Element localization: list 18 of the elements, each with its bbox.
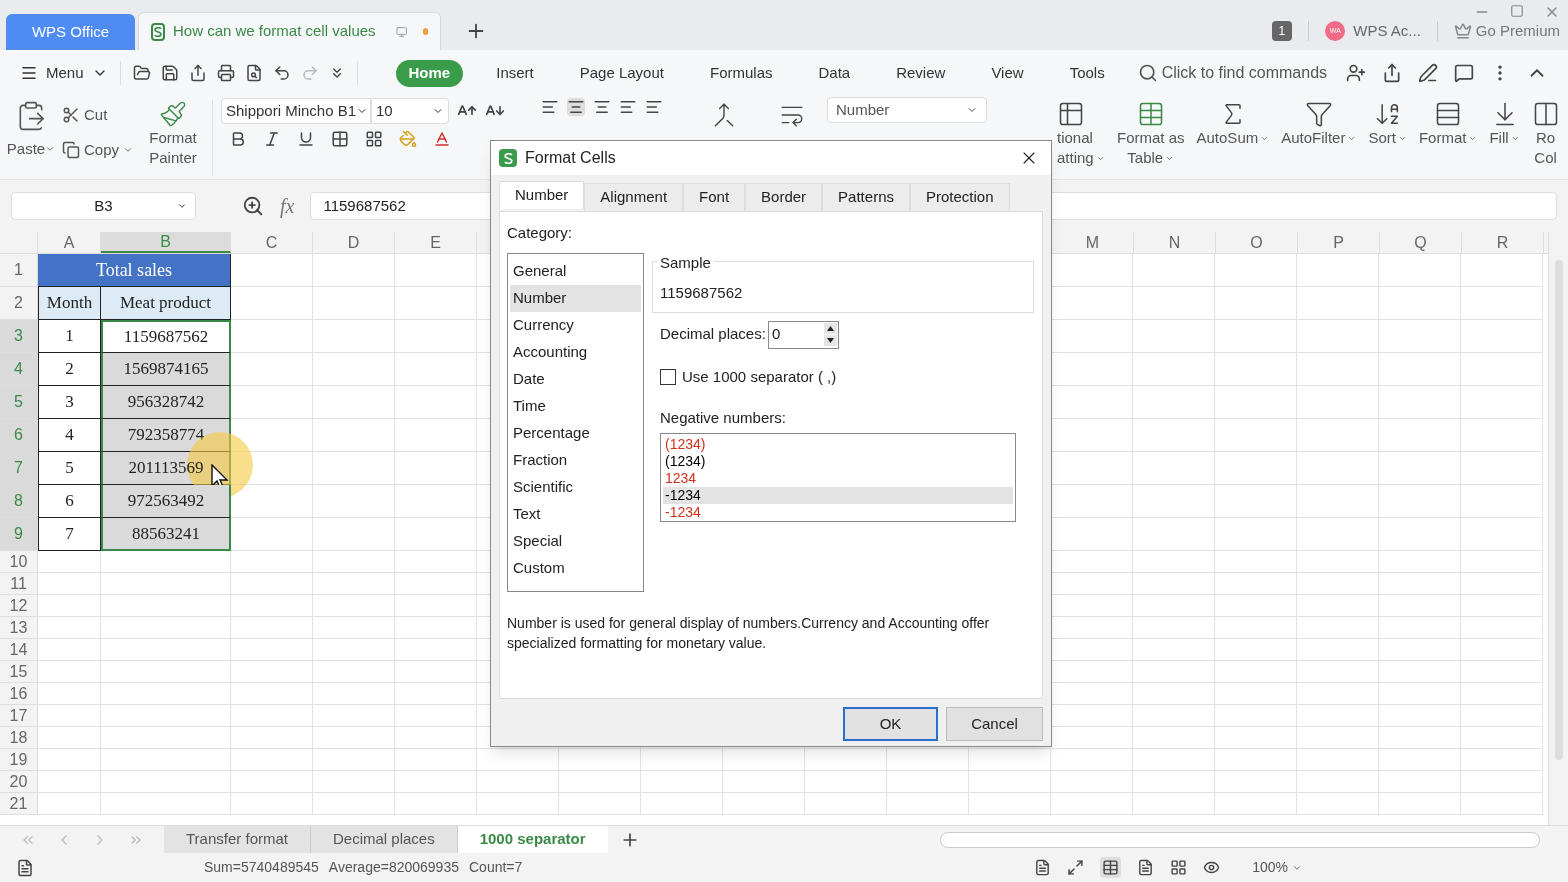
decimal-places-label: Decimal places: (660, 324, 766, 345)
category-label: Category: (507, 223, 574, 243)
title-cell: Total sales (38, 254, 231, 287)
header-cell: Month (38, 287, 101, 320)
status-stat: Count=7 (469, 858, 523, 877)
table-cell: 88563241 (101, 518, 231, 551)
table-cell: 956328742 (101, 386, 231, 419)
status-stat: Average=820069935 (328, 858, 459, 877)
sample-value: 1159687562 (660, 283, 743, 301)
header-cell: Meat product (101, 287, 231, 320)
dialog-title: Format Cells (525, 148, 616, 168)
table-cell: 972563492 (101, 485, 231, 518)
status-stat: Sum=5740489545 (204, 858, 319, 877)
table-cell: 1569874165 (101, 353, 231, 386)
table-cell: 792358774 (101, 419, 231, 452)
table-cell: 1159687562 (101, 320, 231, 353)
category-description: Number is used for general display of numbers.Currency and Accounting offer specialized formatting for monetary value. (507, 613, 991, 653)
negative-numbers-label: Negative numbers: (659, 408, 787, 428)
